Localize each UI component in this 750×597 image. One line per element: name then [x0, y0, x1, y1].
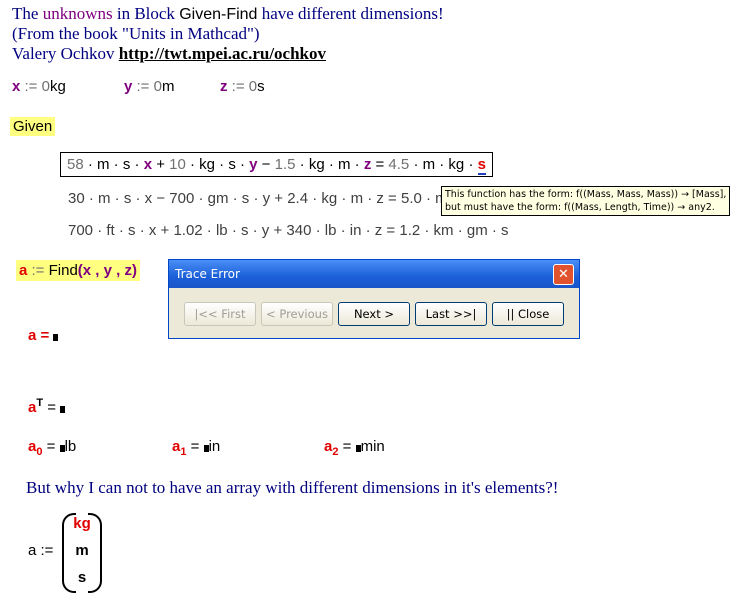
assign-op: :=: [20, 78, 42, 95]
unit: in: [208, 438, 221, 455]
matrix-item: m: [75, 542, 89, 559]
def-unit: kg: [49, 78, 66, 95]
var-z: z: [363, 156, 372, 173]
matrix-lhs[interactable]: a :=: [28, 542, 53, 559]
next-button[interactable]: Next >: [338, 302, 410, 326]
placeholder[interactable]: [53, 334, 59, 341]
eval-a0[interactable]: a0 = lb: [28, 438, 76, 458]
given-keyword[interactable]: Given: [10, 117, 56, 136]
eval-label: a =: [28, 327, 50, 344]
find-args: (x , y , z): [77, 262, 137, 279]
author-name: Valery Ochkov: [12, 44, 119, 63]
assign-op: :=: [227, 78, 249, 95]
unit: lb: [64, 438, 77, 455]
header-text: The: [12, 4, 43, 23]
header-text: have different dimensions!: [257, 4, 444, 23]
def-value: 0: [248, 78, 258, 95]
matrix[interactable]: kg m s: [62, 513, 102, 593]
def-y[interactable]: y := 0m: [124, 78, 174, 95]
unit: min: [360, 438, 385, 455]
def-value: 0: [153, 78, 162, 95]
equation-2[interactable]: 30 · m · s · x − 700 · gm · s · y + 2.4 …: [68, 190, 477, 207]
dialog-titlebar: Trace Error: [169, 260, 579, 288]
last-button[interactable]: Last >>|: [415, 302, 487, 326]
matrix-assign: a :=: [28, 542, 54, 559]
equation-3[interactable]: 700 · ft · s · x + 1.02 · lb · s · y + 3…: [68, 222, 509, 239]
trace-error-dialog: Trace Error ✕ |<< First < Previous Next …: [168, 259, 580, 339]
assign-op: :=: [27, 262, 49, 279]
tooltip-line-1: This function has the form: f((Mass, Mas…: [445, 189, 727, 200]
header-line-1: The unknowns in Block Given-Find have di…: [12, 4, 444, 24]
eval-a-transpose[interactable]: aT =: [28, 397, 66, 416]
coef: 58: [67, 156, 84, 173]
eq-op: =: [43, 399, 57, 416]
header-given-find: Given-Find: [179, 6, 258, 23]
eval-a2[interactable]: a2 = min: [324, 438, 385, 458]
header-line-3: Valery Ochkov http://twt.mpei.ac.ru/ochk…: [12, 44, 326, 64]
header-unknowns: unknowns: [42, 4, 113, 23]
eval-a1[interactable]: a1 = in: [172, 438, 220, 458]
error-tooltip: This function has the form: f((Mass, Mas…: [441, 186, 731, 216]
eq-op: =: [186, 438, 200, 455]
find-expression[interactable]: a := Find(x , y , z): [16, 260, 140, 281]
find-function: Find: [48, 262, 78, 279]
coef: 1.5: [274, 156, 296, 173]
dialog-title: Trace Error: [175, 267, 240, 281]
close-button[interactable]: || Close: [492, 302, 564, 326]
tooltip-line-2: but must have the form: f((Mass, Length,…: [445, 202, 715, 213]
equation-1[interactable]: 58 · m · s · x + 10 · kg · s · y − 1.5 ·…: [60, 152, 493, 177]
error-unit-cursor[interactable]: s: [477, 156, 486, 175]
header-text: in Block: [112, 4, 180, 23]
var-z: z: [220, 78, 228, 95]
assign-op: :=: [132, 78, 154, 95]
author-url-link[interactable]: http://twt.mpei.ac.ru/ochkov: [119, 44, 326, 63]
var-y: y: [249, 156, 258, 173]
def-value: 0: [41, 78, 50, 95]
question-text: But why I can not to have an array with …: [26, 478, 559, 497]
var-x: x: [143, 156, 153, 173]
previous-button[interactable]: < Previous: [261, 302, 333, 326]
coef: 4.5: [388, 156, 410, 173]
def-x[interactable]: x := 0kg: [12, 78, 66, 95]
coef: 10: [169, 156, 186, 173]
close-icon[interactable]: ✕: [553, 264, 574, 285]
matrix-item: kg: [73, 515, 91, 532]
def-unit: m: [161, 78, 175, 95]
def-z[interactable]: z := 0s: [220, 78, 265, 95]
matrix-item: s: [77, 569, 87, 586]
header-line-2: (From the book "Units in Mathcad"): [12, 24, 260, 43]
eval-a[interactable]: a =: [28, 327, 59, 344]
def-unit: s: [257, 78, 265, 95]
placeholder[interactable]: [60, 406, 66, 413]
first-button[interactable]: |<< First: [184, 302, 256, 326]
eq-op: =: [338, 438, 352, 455]
eq-op: =: [42, 438, 56, 455]
